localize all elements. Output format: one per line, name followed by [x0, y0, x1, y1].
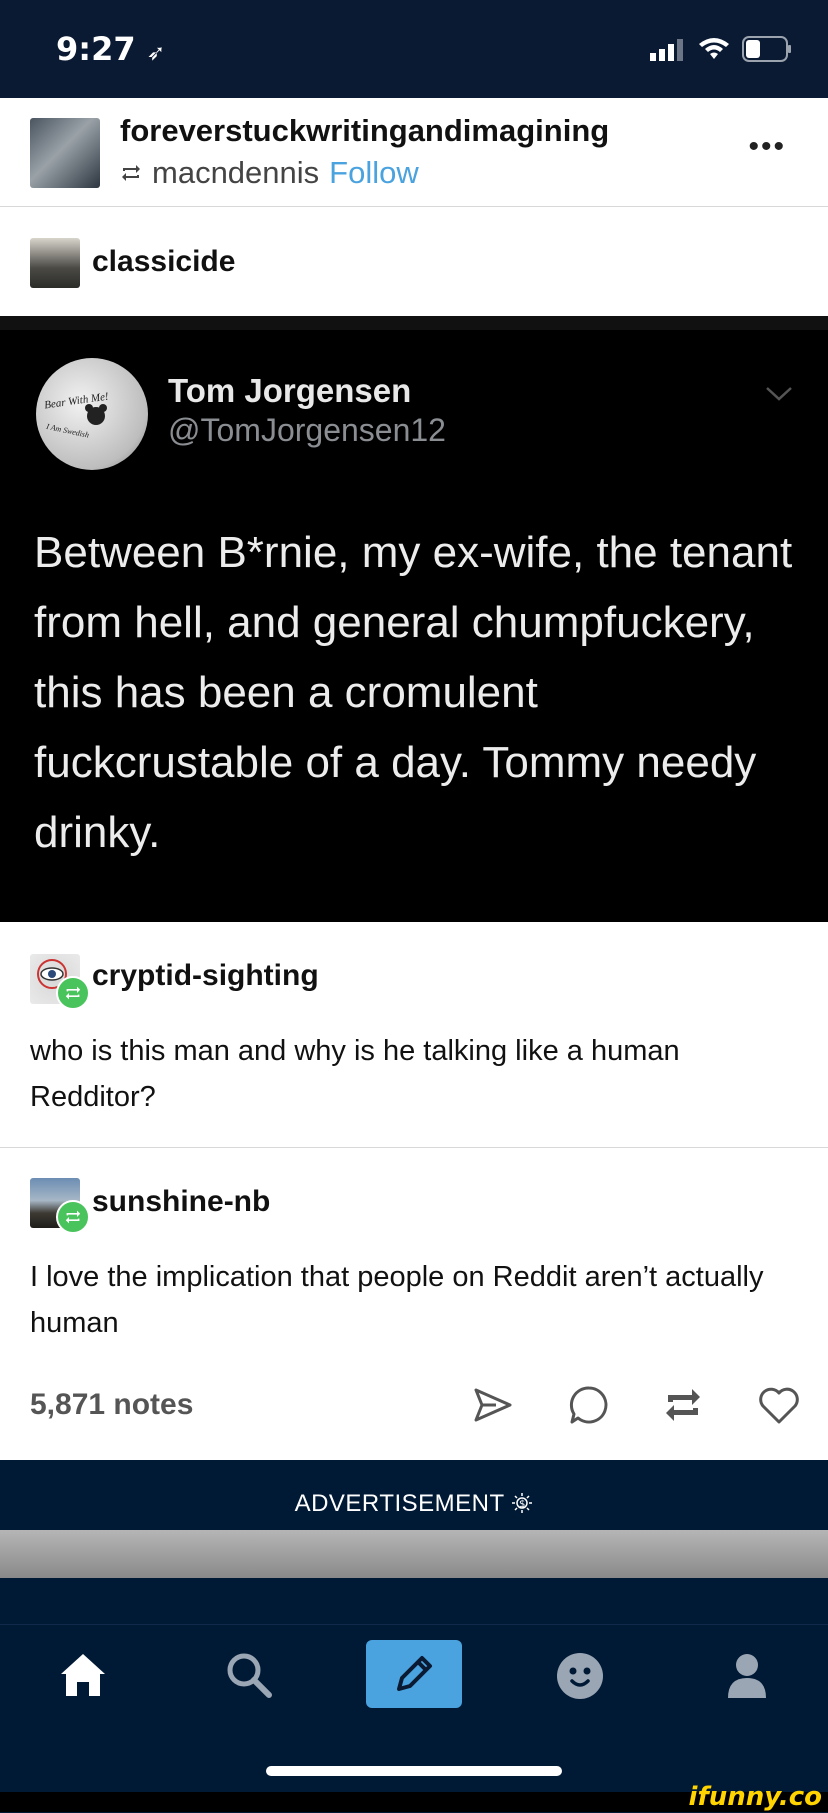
- battery-icon: [742, 36, 791, 62]
- status-time: 9:27 ➶: [56, 30, 166, 68]
- comment-username[interactable]: cryptid-sighting: [92, 959, 319, 993]
- ad-info-icon[interactable]: $: [511, 1492, 533, 1514]
- svg-text:I Am Swedish: I Am Swedish: [45, 422, 90, 440]
- source-blog-name[interactable]: classicide: [92, 245, 235, 279]
- signal-icon: [650, 39, 683, 61]
- divider: [0, 1147, 828, 1148]
- follow-button[interactable]: Follow: [329, 155, 419, 191]
- watermark-logo: ifunny.co: [688, 1782, 822, 1812]
- mug-icon: Bear With Me! I Am Swedish: [44, 391, 110, 440]
- reblog-badge: [56, 1200, 90, 1234]
- comment-username[interactable]: sunshine-nb: [92, 1185, 270, 1219]
- wifi-icon: [699, 38, 729, 59]
- compose-button[interactable]: [366, 1640, 462, 1708]
- source-avatar[interactable]: [30, 238, 80, 288]
- tweet-text: Between B*rnie, my ex-wife, the tenant f…: [34, 528, 793, 857]
- home-indicator[interactable]: [266, 1766, 562, 1776]
- messaging-icon[interactable]: [554, 1650, 606, 1702]
- tweet-top-edge: [0, 316, 828, 330]
- blog-name[interactable]: foreverstuckwritingandimagining: [120, 113, 609, 149]
- more-options-icon[interactable]: •••: [748, 130, 786, 164]
- reblog-source[interactable]: macndennis: [152, 155, 319, 191]
- svg-text:$: $: [519, 1499, 526, 1510]
- reblog-icon: [65, 986, 81, 1000]
- advertisement-label: ADVERTISEMENT $: [0, 1490, 828, 1518]
- reply-icon[interactable]: [566, 1382, 612, 1428]
- reblog-badge: [56, 976, 90, 1010]
- location-icon: ➶: [146, 41, 166, 66]
- account-icon[interactable]: [722, 1650, 772, 1700]
- heart-icon[interactable]: [756, 1382, 802, 1428]
- tweet-avatar: Bear With Me! I Am Swedish: [36, 358, 148, 470]
- comment-text: who is this man and why is he talking li…: [30, 1035, 680, 1113]
- avatar[interactable]: [30, 118, 100, 188]
- notes-count[interactable]: 5,871 notes: [30, 1388, 193, 1422]
- chevron-down-icon: [766, 387, 792, 401]
- status-icons: [650, 36, 792, 62]
- reblog-icon: [65, 1210, 81, 1224]
- search-icon[interactable]: [224, 1650, 274, 1700]
- ad-content-strip[interactable]: [0, 1530, 828, 1578]
- reblog-icon: [122, 165, 140, 181]
- tweet-author-name: Tom Jorgensen: [168, 372, 412, 409]
- home-icon[interactable]: [58, 1650, 108, 1700]
- reblog-line: macndennis Follow: [120, 155, 419, 191]
- tweet-author-handle: @TomJorgensen12: [168, 412, 446, 448]
- pencil-icon: [397, 1656, 432, 1691]
- reblog-icon[interactable]: [660, 1382, 706, 1428]
- share-icon[interactable]: [470, 1382, 516, 1428]
- comment-text: I love the implication that people on Re…: [30, 1261, 764, 1339]
